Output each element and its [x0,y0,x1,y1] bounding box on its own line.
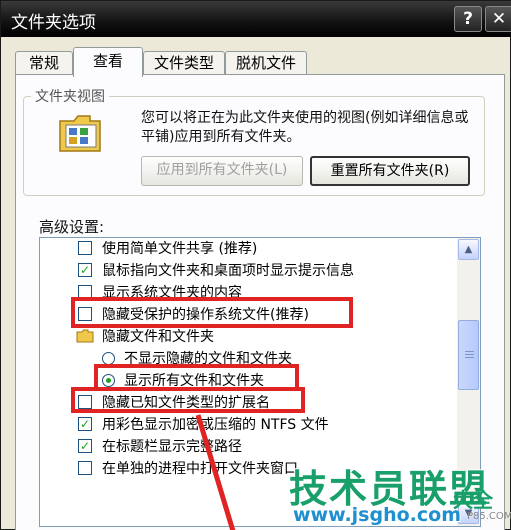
window-title: 文件夹选项 [11,13,96,33]
watermark-small: P85.COM [467,511,511,522]
group-hidden-files-folders: 隐藏文件和文件夹 [40,326,460,348]
folder-options-dialog: 文件夹选项 ? ✕ 常规 查看 文件类型 脱机文件 文件夹视图 您可以将正在为此… [0,0,511,530]
watermark-side: 大全 [453,488,493,512]
highlight-hide-extensions [71,387,305,413]
folder-icon [76,329,94,343]
setting-simple-sharing[interactable]: 使用简单文件共享 (推荐) [40,238,460,260]
tab-general[interactable]: 常规 [15,51,73,76]
scroll-thumb[interactable] [458,320,479,390]
apply-to-all-folders-button[interactable]: 应用到所有文件夹(L) [141,156,303,186]
advanced-settings-label: 高级设置: [39,218,105,236]
tab-file-types[interactable]: 文件类型 [143,51,225,76]
setting-show-tooltips[interactable]: ✓ 鼠标指向文件夹和桌面项时显示提示信息 [40,260,460,282]
highlight-hide-protected [71,297,353,328]
folder-view-icon [59,115,101,152]
tab-view[interactable]: 查看 [73,47,143,77]
checkbox[interactable] [78,461,92,475]
scroll-up-button[interactable]: ▲ [458,239,479,260]
help-button[interactable]: ? [454,6,482,32]
close-button[interactable]: ✕ [485,6,511,32]
checkbox[interactable]: ✓ [78,439,92,453]
title-bar: 文件夹选项 ? ✕ [1,1,511,37]
checkbox[interactable]: ✓ [78,417,92,431]
checkbox[interactable] [78,241,92,255]
tab-offline-files[interactable]: 脱机文件 [225,51,307,76]
checkbox[interactable]: ✓ [78,263,92,277]
watermark-url: www.jsgho.com [293,504,461,526]
reset-all-folders-button[interactable]: 重置所有文件夹(R) [310,156,470,186]
setting-full-path-title[interactable]: ✓ 在标题栏显示完整路径 [40,436,460,458]
setting-color-ntfs[interactable]: ✓ 用彩色显示加密或压缩的 NTFS 文件 [40,414,460,436]
folder-views-description: 您可以将正在为此文件夹使用的视图(例如详细信息或平铺)应用到所有文件夹。 [141,110,469,145]
folder-views-legend: 文件夹视图 [31,86,109,106]
